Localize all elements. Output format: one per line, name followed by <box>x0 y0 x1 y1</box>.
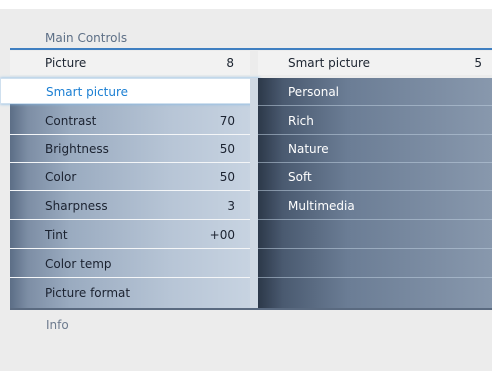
menu-item-color-temp[interactable]: Color temp <box>10 250 250 278</box>
tv-menu-screen: Main Controls Picture 8 Smart picture 5 … <box>0 0 492 371</box>
picture-settings-list: Smart picture Contrast 70 Brightness 50 … <box>0 78 260 308</box>
smart-picture-options-list: Personal Rich Nature Soft Multimedia <box>258 78 492 308</box>
menu-item-label: Picture format <box>45 286 131 300</box>
bottom-divider <box>10 308 492 310</box>
menu-item-picture-format[interactable]: Picture format <box>10 279 250 307</box>
menu-item-value: 50 <box>219 142 235 156</box>
menu-item-value: 70 <box>219 114 235 128</box>
menu-item-value: 3 <box>227 199 235 213</box>
info-label[interactable]: Info <box>46 318 69 332</box>
title-divider <box>10 48 492 50</box>
option-empty-slot <box>258 221 492 249</box>
option-label: Soft <box>288 170 312 184</box>
menu-item-color[interactable]: Color 50 <box>10 163 250 191</box>
option-multimedia[interactable]: Multimedia <box>258 192 492 220</box>
option-label: Rich <box>288 114 314 128</box>
option-soft[interactable]: Soft <box>258 163 492 191</box>
menu-item-label: Color <box>45 170 77 184</box>
picture-header: Picture 8 <box>10 51 250 75</box>
smart-picture-header-label: Smart picture <box>288 56 371 70</box>
menu-item-label: Brightness <box>45 142 109 156</box>
option-nature[interactable]: Nature <box>258 135 492 163</box>
option-empty-slot <box>258 250 492 278</box>
menu-item-label: Contrast <box>45 114 97 128</box>
option-label: Nature <box>288 142 329 156</box>
option-label: Personal <box>288 85 340 99</box>
menu-item-brightness[interactable]: Brightness 50 <box>10 135 250 163</box>
option-personal[interactable]: Personal <box>258 78 492 106</box>
menu-item-value: +00 <box>209 228 235 242</box>
option-label: Multimedia <box>288 199 355 213</box>
menu-item-sharpness[interactable]: Sharpness 3 <box>10 192 250 220</box>
menu-item-contrast[interactable]: Contrast 70 <box>10 107 250 135</box>
menu-item-label: Sharpness <box>45 199 108 213</box>
menu-item-value: 50 <box>219 170 235 184</box>
panel-divider <box>250 78 258 308</box>
menu-item-label: Tint <box>45 228 68 242</box>
option-empty-slot <box>258 279 492 307</box>
menu-title: Main Controls <box>45 31 128 45</box>
smart-picture-header-value: 5 <box>474 56 482 70</box>
picture-header-label: Picture <box>45 56 87 70</box>
menu-item-label: Color temp <box>45 257 112 271</box>
picture-header-value: 8 <box>226 56 234 70</box>
menu-item-smart-picture[interactable]: Smart picture <box>0 78 260 104</box>
top-band <box>0 0 492 9</box>
menu-item-label: Smart picture <box>46 85 129 99</box>
menu-item-tint[interactable]: Tint +00 <box>10 221 250 249</box>
option-rich[interactable]: Rich <box>258 107 492 135</box>
smart-picture-header: Smart picture 5 <box>258 51 492 75</box>
